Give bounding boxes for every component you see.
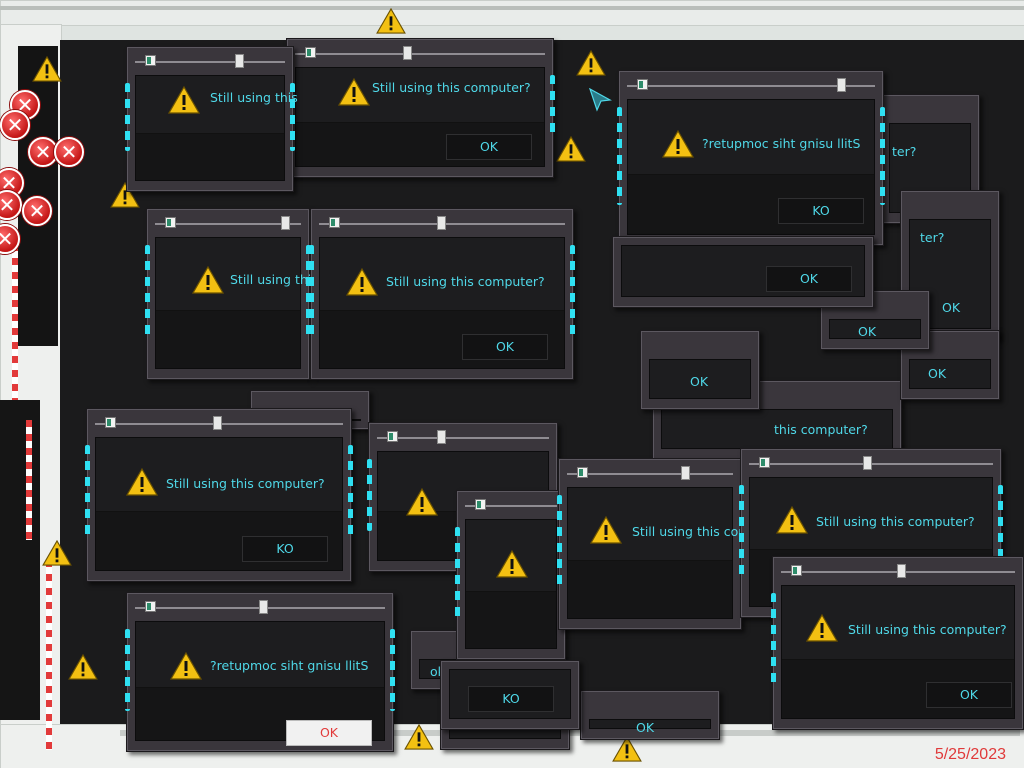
glitch-block <box>0 400 40 720</box>
app-icon <box>305 47 316 58</box>
warning-icon <box>590 516 622 544</box>
ok-button[interactable]: OK <box>766 266 852 292</box>
warning-icon <box>338 78 370 106</box>
warning-icon <box>68 654 98 680</box>
warning-icon <box>776 506 808 534</box>
ok-button[interactable]: OK <box>286 720 372 746</box>
warning-icon <box>662 130 694 158</box>
dialog-message: ter? <box>920 230 945 245</box>
ko-button[interactable]: KO <box>778 198 864 224</box>
ok-button-label: OK <box>928 366 947 381</box>
app-icon <box>791 565 802 576</box>
app-icon <box>637 79 648 90</box>
dialog-message: Still using thi <box>230 272 312 287</box>
dialog-fragment: OK <box>580 690 720 740</box>
warning-dialog: KO <box>440 660 580 730</box>
dialog-message: this computer? <box>774 422 868 437</box>
warning-dialog: Still using this com <box>557 458 750 630</box>
glitch-stripe <box>12 230 18 400</box>
glitch-rail <box>0 6 1024 10</box>
dialog-message: Still using this computer? <box>816 514 975 529</box>
warning-dialog: Still using this computer? OK <box>309 208 575 380</box>
ok-button-label: OK <box>690 374 709 389</box>
warning-icon <box>192 266 224 294</box>
dialog-message: ?retupmoc siht gnisu llitS <box>702 136 861 151</box>
warning-dialog: Still using this computer? OK <box>771 556 1024 730</box>
dialog-message: Still using this computer? <box>386 274 545 289</box>
dialog-message: ter? <box>892 144 917 159</box>
warning-icon <box>496 550 528 578</box>
app-icon <box>105 417 116 428</box>
warning-icon <box>170 652 202 680</box>
dialog-message: ?retupmoc siht gnisu llitS <box>210 658 369 673</box>
warning-icon <box>42 540 72 566</box>
ok-button[interactable]: OK <box>462 334 548 360</box>
ko-button[interactable]: KO <box>242 536 328 562</box>
ko-button[interactable]: KO <box>468 686 554 712</box>
dialog-message: Still using this <box>210 90 298 105</box>
warning-icon <box>806 614 838 642</box>
warning-dialog: ?retupmoc siht gnisu llitS OK <box>125 592 395 752</box>
warning-dialog: ?retupmoc siht gnisu llitS KO <box>617 70 885 246</box>
app-icon <box>759 457 770 468</box>
app-icon <box>165 217 176 228</box>
dialog-message: Still using this computer? <box>372 80 531 95</box>
warning-icon <box>556 136 586 162</box>
ok-button[interactable]: OK <box>446 134 532 160</box>
warning-icon <box>32 56 62 82</box>
warning-dialog: Still using this computer? KO <box>85 408 353 582</box>
glitch-stripe <box>46 560 52 750</box>
warning-icon <box>404 724 434 750</box>
app-icon <box>387 431 398 442</box>
app-icon <box>145 55 156 66</box>
error-icon: ✕ <box>54 137 84 167</box>
ok-button-label: OK <box>636 720 655 735</box>
app-icon <box>577 467 588 478</box>
glitch-stripe <box>26 420 32 540</box>
taskbar-date: 5/25/2023 <box>934 746 1006 763</box>
dialog-message: Still using this computer? <box>166 476 325 491</box>
ok-button[interactable]: OK <box>926 682 1012 708</box>
desktop: ✕ ✕ ✕ ✕ ✕ ✕ ✕ ✕ this computer? ter? ter?… <box>0 0 1024 768</box>
ok-button-label: OK <box>942 300 961 315</box>
app-icon <box>145 601 156 612</box>
warning-icon <box>376 8 406 34</box>
dialog-message: Still using this com <box>632 524 751 539</box>
error-icon: ✕ <box>22 196 52 226</box>
glitch-band <box>0 0 1024 26</box>
warning-dialog <box>455 490 566 660</box>
app-icon <box>475 499 486 510</box>
warning-icon <box>126 468 158 496</box>
warning-icon <box>576 50 606 76</box>
warning-icon <box>168 86 200 114</box>
warning-dialog: Still using thi <box>145 208 312 380</box>
warning-dialog: Still using this <box>125 46 298 192</box>
app-icon <box>329 217 340 228</box>
dialog-fragment: OK <box>640 330 760 410</box>
warning-icon <box>346 268 378 296</box>
warning-dialog: Still using this computer? OK <box>285 38 555 178</box>
dialog-message: Still using this computer? <box>848 622 1007 637</box>
ok-button-label: OK <box>858 324 877 339</box>
warning-icon <box>406 488 438 516</box>
cursor-icon <box>589 88 612 112</box>
error-icon: ✕ <box>0 110 30 140</box>
warning-dialog: OK <box>612 236 874 308</box>
